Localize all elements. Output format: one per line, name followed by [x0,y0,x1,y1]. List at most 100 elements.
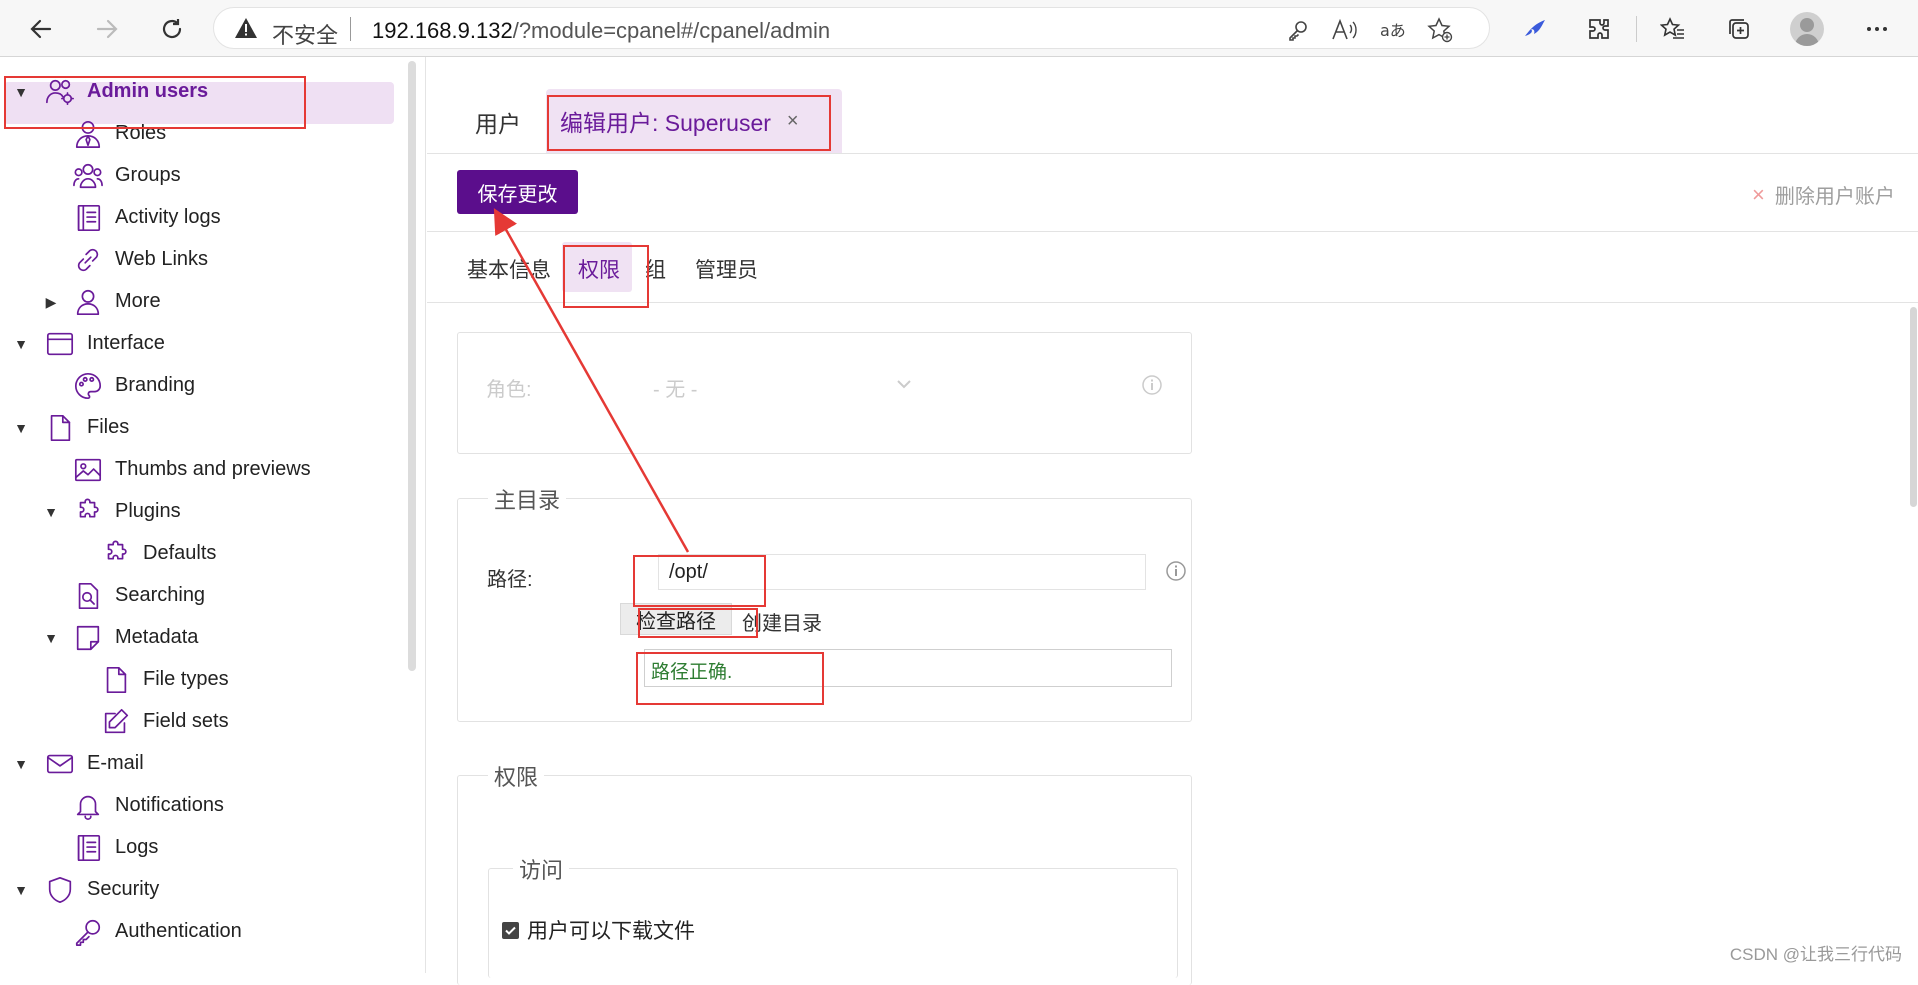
url-host: 192.168.9.132 [372,18,513,43]
role-label: 角色: [486,379,532,401]
download-permission-row[interactable]: 用户可以下载文件 [502,915,695,945]
browser-toolbar: 不安全 192.168.9.132/?module=cpanel#/cpanel… [0,0,1918,57]
delete-user-button[interactable]: × 删除用户账户 [1752,180,1895,209]
role-panel: 角色: - 无 - [457,332,1192,454]
path-check-result: 路径正确. [644,649,1172,687]
subtab-admin[interactable]: 管理员 [695,254,758,284]
sidebar-item-thumbs-and-previews[interactable]: Thumbs and previews [0,450,400,490]
info-icon[interactable] [1164,559,1188,583]
home-directory-panel: 主目录 路径: 检查路径 创建目录 路径正确. [457,483,1192,722]
sidebar-item-label: Logs [115,836,159,858]
sidebar-item-security[interactable]: ▼ Security [0,870,400,910]
refresh-icon[interactable] [155,12,189,46]
url-text: 192.168.9.132/?module=cpanel#/cpanel/adm… [372,18,830,44]
sidebar-item-branding[interactable]: Branding [0,366,400,406]
sidebar-item-metadata[interactable]: ▼ Metadata [0,618,400,658]
sidebar: ▼ Admin users Roles Groups Activity logs Web … [0,57,426,973]
delete-user-label: 删除用户账户 [1774,186,1895,208]
sidebar-item-e-mail[interactable]: ▼ E-mail [0,744,400,784]
sidebar-item-searching[interactable]: Searching [0,576,400,616]
users-gear-icon [44,76,76,108]
sidebar-item-file-types[interactable]: File types [0,660,400,700]
profile-avatar[interactable] [1790,12,1824,46]
watermark: CSDN @让我三行代码 [1729,945,1902,964]
sidebar-item-admin-users[interactable]: ▼ Admin users [0,72,400,112]
log-book-icon [72,832,104,864]
toolbar-divider [1636,16,1637,42]
subtab-basic-info[interactable]: 基本信息 [467,254,551,284]
sidebar-item-label: Authentication [115,920,242,942]
subtab-permissions[interactable]: 权限 [578,254,620,284]
caret-down-icon[interactable]: ▼ [12,335,30,353]
action-toolbar: 保存更改 × 删除用户账户 [427,154,1918,232]
sidebar-item-activity-logs[interactable]: Activity logs [0,198,400,238]
sidebar-item-more[interactable]: ▶ More [0,282,400,322]
subtab-groups[interactable]: 组 [645,254,666,284]
create-directory-link[interactable]: 创建目录 [742,607,822,636]
window-icon [44,328,76,360]
caret-down-icon[interactable]: ▼ [12,881,30,899]
extension-bird-icon[interactable] [1518,12,1552,46]
user-icon [72,286,104,318]
caret-down-icon[interactable]: ▼ [42,503,60,521]
sidebar-item-label: Roles [115,122,167,144]
check-path-button[interactable]: 检查路径 [620,603,732,635]
sidebar-item-label: Notifications [115,794,224,816]
shield-icon [44,874,76,906]
sidebar-item-field-sets[interactable]: Field sets [0,702,400,742]
puzzle-icon [72,496,104,528]
sidebar-item-groups[interactable]: Groups [0,156,400,196]
path-input[interactable] [658,554,1146,590]
mail-icon [44,748,76,780]
caret-down-icon[interactable]: ▼ [42,629,60,647]
sidebar-item-web-links[interactable]: Web Links [0,240,400,280]
file-icon [44,412,76,444]
save-changes-button[interactable]: 保存更改 [457,170,578,214]
sidebar-item-interface[interactable]: ▼ Interface [0,324,400,364]
more-menu-icon[interactable] [1860,12,1894,46]
caret-down-icon[interactable]: ▼ [12,419,30,437]
forward-icon[interactable] [90,12,124,46]
sidebar-item-plugins[interactable]: ▼ Plugins [0,492,400,532]
access-legend: 访问 [513,853,570,885]
user-subtabs: 基本信息 权限 组 管理员 [427,232,1918,303]
content-scrollbar[interactable] [1910,307,1917,507]
sidebar-item-files[interactable]: ▼ Files [0,408,400,448]
read-aloud-icon[interactable] [1330,16,1358,44]
translate-icon[interactable]: aあ [1378,16,1406,44]
sidebar-item-defaults[interactable]: Defaults [0,534,400,574]
download-checkbox[interactable] [502,921,519,939]
home-directory-legend: 主目录 [488,483,567,515]
sidebar-item-authentication[interactable]: Authentication [0,912,400,952]
favorites-icon[interactable] [1656,12,1690,46]
key-icon[interactable] [1284,16,1312,44]
sidebar-item-label: Defaults [143,542,217,564]
edit-icon [100,706,132,738]
add-favorite-icon[interactable] [1426,16,1454,44]
sidebar-item-label: Field sets [143,710,229,732]
sidebar-scrollbar[interactable] [408,61,416,671]
path-label: 路径: [487,569,533,591]
group-icon [72,160,104,192]
back-icon[interactable] [24,12,58,46]
delete-icon: × [1752,181,1765,207]
sidebar-item-notifications[interactable]: Notifications [0,786,400,826]
caret-down-icon[interactable]: ▼ [12,83,30,101]
main-content: 用户 编辑用户: Superuser × 保存更改 × 删除用户账户 基本信息 … [427,57,1918,985]
tab-users[interactable]: 用户 [475,105,521,139]
url-path: /?module=cpanel#/cpanel/admin [512,18,831,43]
role-select[interactable]: - 无 - [653,373,697,402]
info-icon[interactable] [1140,373,1164,397]
caret-right-icon[interactable]: ▶ [42,293,60,311]
sidebar-item-label: Security [87,878,160,900]
caret-down-icon[interactable]: ▼ [12,755,30,773]
close-tab-icon[interactable]: × [787,110,799,133]
sidebar-item-logs[interactable]: Logs [0,828,400,868]
download-permission-label: 用户可以下载文件 [527,920,695,943]
collections-icon[interactable] [1722,12,1756,46]
tab-edit-user[interactable]: 编辑用户: Superuser × [546,89,842,153]
address-bar[interactable]: 不安全 192.168.9.132/?module=cpanel#/cpanel… [213,7,1490,49]
sidebar-item-roles[interactable]: Roles [0,114,400,154]
sidebar-item-label: Interface [87,332,165,354]
extensions-icon[interactable] [1582,12,1616,46]
